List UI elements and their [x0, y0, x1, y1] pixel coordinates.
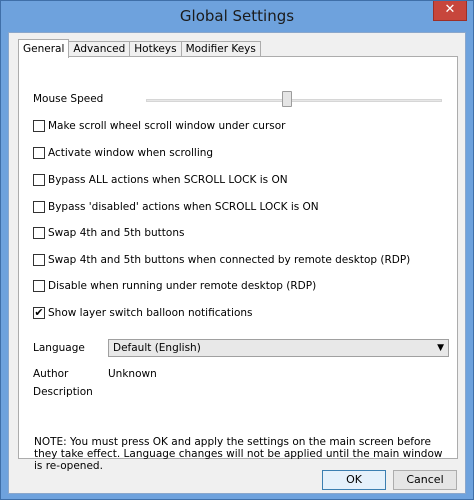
checkbox-label: Swap 4th and 5th buttons when connected …: [48, 254, 411, 266]
checkbox-label: Make scroll wheel scroll window under cu…: [48, 120, 286, 132]
checkbox-row-bypass-disabled[interactable]: Bypass 'disabled' actions when SCROLL LO…: [33, 200, 319, 214]
tab-strip: General Advanced Hotkeys Modifier Keys: [18, 39, 261, 58]
checkbox-label: Disable when running under remote deskto…: [48, 280, 317, 292]
title-bar[interactable]: Global Settings ✕: [1, 1, 473, 31]
language-label: Language: [33, 342, 85, 354]
window-title: Global Settings: [179, 7, 295, 25]
ok-button[interactable]: OK: [322, 470, 386, 490]
dialog-client: General Advanced Hotkeys Modifier Keys M…: [8, 32, 466, 494]
checkbox[interactable]: ✔: [33, 307, 45, 319]
checkbox[interactable]: [33, 227, 45, 239]
tab-hotkeys[interactable]: Hotkeys: [129, 41, 182, 57]
checkbox-row-activate-window[interactable]: Activate window when scrolling: [33, 146, 213, 160]
checkbox-row-bypass-all[interactable]: Bypass ALL actions when SCROLL LOCK is O…: [33, 173, 288, 187]
checkbox-row-swap-buttons[interactable]: Swap 4th and 5th buttons: [33, 226, 184, 240]
mouse-speed-slider-track[interactable]: [146, 99, 442, 102]
close-icon: ✕: [444, 2, 456, 17]
checkbox-row-disable-rdp[interactable]: Disable when running under remote deskto…: [33, 279, 316, 293]
author-value: Unknown: [108, 368, 157, 380]
checkbox-row-layer-balloon[interactable]: ✔ Show layer switch balloon notification…: [33, 306, 253, 320]
settings-window: Global Settings ✕ General Advanced Hotke…: [0, 0, 474, 500]
checkbox-label: Show layer switch balloon notifications: [48, 307, 253, 319]
checkbox[interactable]: [33, 201, 45, 213]
chevron-down-icon: ▼: [437, 343, 444, 353]
tab-advanced[interactable]: Advanced: [68, 41, 131, 57]
mouse-speed-slider-thumb[interactable]: [282, 91, 292, 107]
language-select[interactable]: Default (English) ▼: [108, 339, 449, 357]
tab-general[interactable]: General: [18, 39, 70, 58]
checkbox[interactable]: [33, 174, 45, 186]
author-label: Author: [33, 368, 69, 380]
checkmark-icon: ✔: [34, 306, 44, 319]
checkbox[interactable]: [33, 147, 45, 159]
checkbox[interactable]: [33, 280, 45, 292]
close-button[interactable]: ✕: [433, 1, 467, 21]
mouse-speed-label: Mouse Speed: [33, 93, 104, 105]
checkbox-row-scroll-under-cursor[interactable]: Make scroll wheel scroll window under cu…: [33, 119, 286, 133]
cancel-button[interactable]: Cancel: [393, 470, 457, 490]
checkbox[interactable]: [33, 254, 45, 266]
language-select-value: Default (English): [113, 342, 201, 354]
checkbox-label: Bypass 'disabled' actions when SCROLL LO…: [48, 201, 319, 213]
checkbox-label: Bypass ALL actions when SCROLL LOCK is O…: [48, 174, 288, 186]
checkbox-label: Activate window when scrolling: [48, 147, 214, 159]
settings-note: NOTE: You must press OK and apply the se…: [34, 436, 443, 472]
checkbox-label: Swap 4th and 5th buttons: [48, 227, 185, 239]
tab-modifier-keys[interactable]: Modifier Keys: [180, 41, 261, 57]
description-label: Description: [33, 386, 93, 398]
general-panel: Mouse Speed Make scroll wheel scroll win…: [18, 56, 458, 472]
checkbox[interactable]: [33, 120, 45, 132]
checkbox-row-swap-buttons-rdp[interactable]: Swap 4th and 5th buttons when connected …: [33, 253, 410, 267]
